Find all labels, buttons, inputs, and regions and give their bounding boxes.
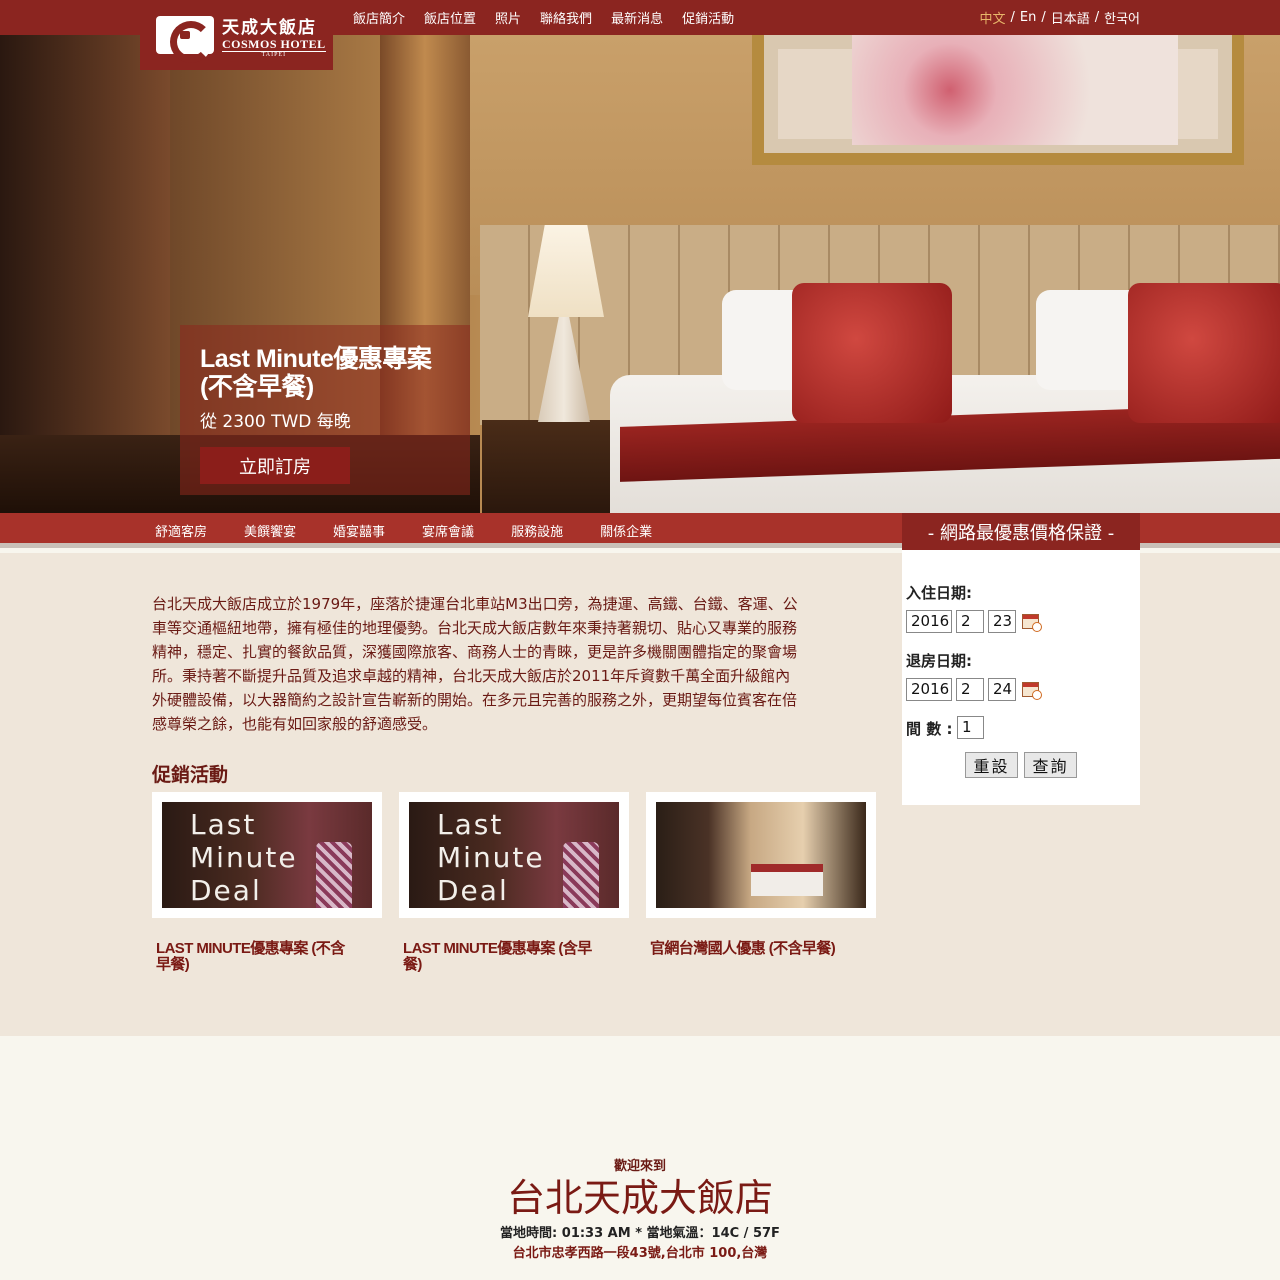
checkout-year-field[interactable]: 2016 xyxy=(906,678,952,701)
checkout-label: 退房日期: xyxy=(906,652,972,670)
lang-en[interactable]: En xyxy=(1020,10,1036,25)
sub-nav-weddings[interactable]: 婚宴囍事 xyxy=(333,521,385,540)
top-nav-photos[interactable]: 照片 xyxy=(495,8,521,27)
checkout-month-field[interactable]: 2 xyxy=(956,678,984,701)
promo-image-bed xyxy=(751,864,823,896)
lang-separator: / xyxy=(1010,10,1015,25)
promo-label[interactable]: LAST MINUTE優惠專案 (不含早餐) xyxy=(156,941,356,973)
sub-nav-facilities[interactable]: 服務設施 xyxy=(511,521,563,540)
footer-hotel-name: 台北天成大飯店 xyxy=(506,1176,773,1220)
logo-mark-icon xyxy=(156,16,214,63)
promo-image[interactable]: Last Minute Deal xyxy=(162,802,372,908)
promotions-title: 促銷活動 xyxy=(152,764,229,786)
hero-promo-title: Last Minute優惠專案(不含早餐) xyxy=(200,345,432,401)
logo-text: 天成大飯店 COSMOS HOTEL TAIPEI xyxy=(222,13,326,58)
hero-pillow-red-left xyxy=(792,283,952,423)
top-nav: 飯店簡介 飯店位置 照片 聯絡我們 最新消息 促銷活動 xyxy=(353,0,734,35)
promo-image-text-line: Deal xyxy=(190,874,262,907)
search-button[interactable]: 查詢 xyxy=(1024,752,1077,778)
promo-card[interactable]: Last Minute Deal xyxy=(399,792,629,918)
top-nav-contact[interactable]: 聯絡我們 xyxy=(540,8,592,27)
logo-en: COSMOS HOTEL xyxy=(222,36,326,52)
promo-label[interactable]: LAST MINUTE優惠專案 (含早餐) xyxy=(403,941,603,973)
promo-image-text: Last Minute Deal xyxy=(437,808,545,907)
hero-promo-price: 從 2300 TWD 每晚 xyxy=(200,412,351,432)
promo-image-text-line: Last xyxy=(190,808,257,841)
promo-image[interactable] xyxy=(656,802,866,908)
rooms-field[interactable]: 1 xyxy=(957,716,984,739)
top-nav-location[interactable]: 飯店位置 xyxy=(424,8,476,27)
promo-image-text: Last Minute Deal xyxy=(190,808,298,907)
lang-separator: / xyxy=(1094,10,1100,25)
footer-time-weather: 當地時間: 01:33 AM * 當地氣溫：14C / 57F xyxy=(500,1226,780,1241)
promo-image-text-line: Last xyxy=(437,808,504,841)
promo-image-chair xyxy=(563,842,599,908)
promo-image-text-line: Minute xyxy=(190,841,298,874)
checkin-label: 入住日期: xyxy=(906,584,972,602)
sub-nav: 舒適客房 美饌饗宴 婚宴囍事 宴席會議 服務設施 關係企業 xyxy=(155,513,652,548)
top-nav-promotions[interactable]: 促銷活動 xyxy=(682,8,734,27)
promo-card[interactable] xyxy=(646,792,876,918)
footer-address: 台北市忠孝西路一段43號,台北市 100,台灣 xyxy=(512,1246,768,1261)
reset-button[interactable]: 重設 xyxy=(965,752,1018,778)
lang-ko[interactable]: 한국어 xyxy=(1104,8,1140,27)
checkin-year-field[interactable]: 2016 xyxy=(906,610,952,633)
logo-cn: 天成大飯店 xyxy=(222,17,317,38)
hotel-logo[interactable]: 天成大飯店 COSMOS HOTEL TAIPEI xyxy=(140,0,333,70)
promo-image-chair xyxy=(316,842,352,908)
price-guarantee-banner: - 網路最優惠價格保證 - xyxy=(902,513,1140,550)
calendar-icon[interactable] xyxy=(1022,614,1042,632)
book-now-button[interactable]: 立即訂房 xyxy=(200,447,350,484)
promo-image[interactable]: Last Minute Deal xyxy=(409,802,619,908)
hotel-intro-text: 台北天成大飯店成立於1979年，座落於捷運台北車站M3出口旁，為捷運、高鐵、台鐵… xyxy=(152,595,798,733)
hero-nightstand xyxy=(482,420,610,513)
rooms-label: 間 數 : xyxy=(906,720,953,738)
lang-zh[interactable]: 中文 xyxy=(979,8,1005,27)
top-nav-about[interactable]: 飯店簡介 xyxy=(353,8,405,27)
hero-painting xyxy=(852,35,1178,145)
sub-nav-affiliates[interactable]: 關係企業 xyxy=(600,521,652,540)
logo-sub: TAIPEI xyxy=(261,51,287,58)
promo-image-text-line: Minute xyxy=(437,841,545,874)
checkout-day-field[interactable]: 24 xyxy=(988,678,1016,701)
calendar-icon[interactable] xyxy=(1022,682,1042,700)
sub-nav-banquets[interactable]: 宴席會議 xyxy=(422,521,474,540)
sub-nav-rooms[interactable]: 舒適客房 xyxy=(155,521,207,540)
sub-nav-dining[interactable]: 美饌饗宴 xyxy=(244,521,296,540)
hero-pillow-red-right xyxy=(1128,283,1280,423)
lang-ja[interactable]: 日本語 xyxy=(1051,8,1090,27)
language-switcher: 中文 / En / 日本語 / 한국어 xyxy=(979,0,1140,35)
top-nav-news[interactable]: 最新消息 xyxy=(611,8,663,27)
lang-separator: / xyxy=(1041,10,1046,25)
checkin-day-field[interactable]: 23 xyxy=(988,610,1016,633)
promo-card[interactable]: Last Minute Deal xyxy=(152,792,382,918)
checkin-month-field[interactable]: 2 xyxy=(956,610,984,633)
promo-label[interactable]: 官網台灣國人優惠 (不含早餐) xyxy=(650,941,850,957)
promo-image-text-line: Deal xyxy=(437,874,509,907)
